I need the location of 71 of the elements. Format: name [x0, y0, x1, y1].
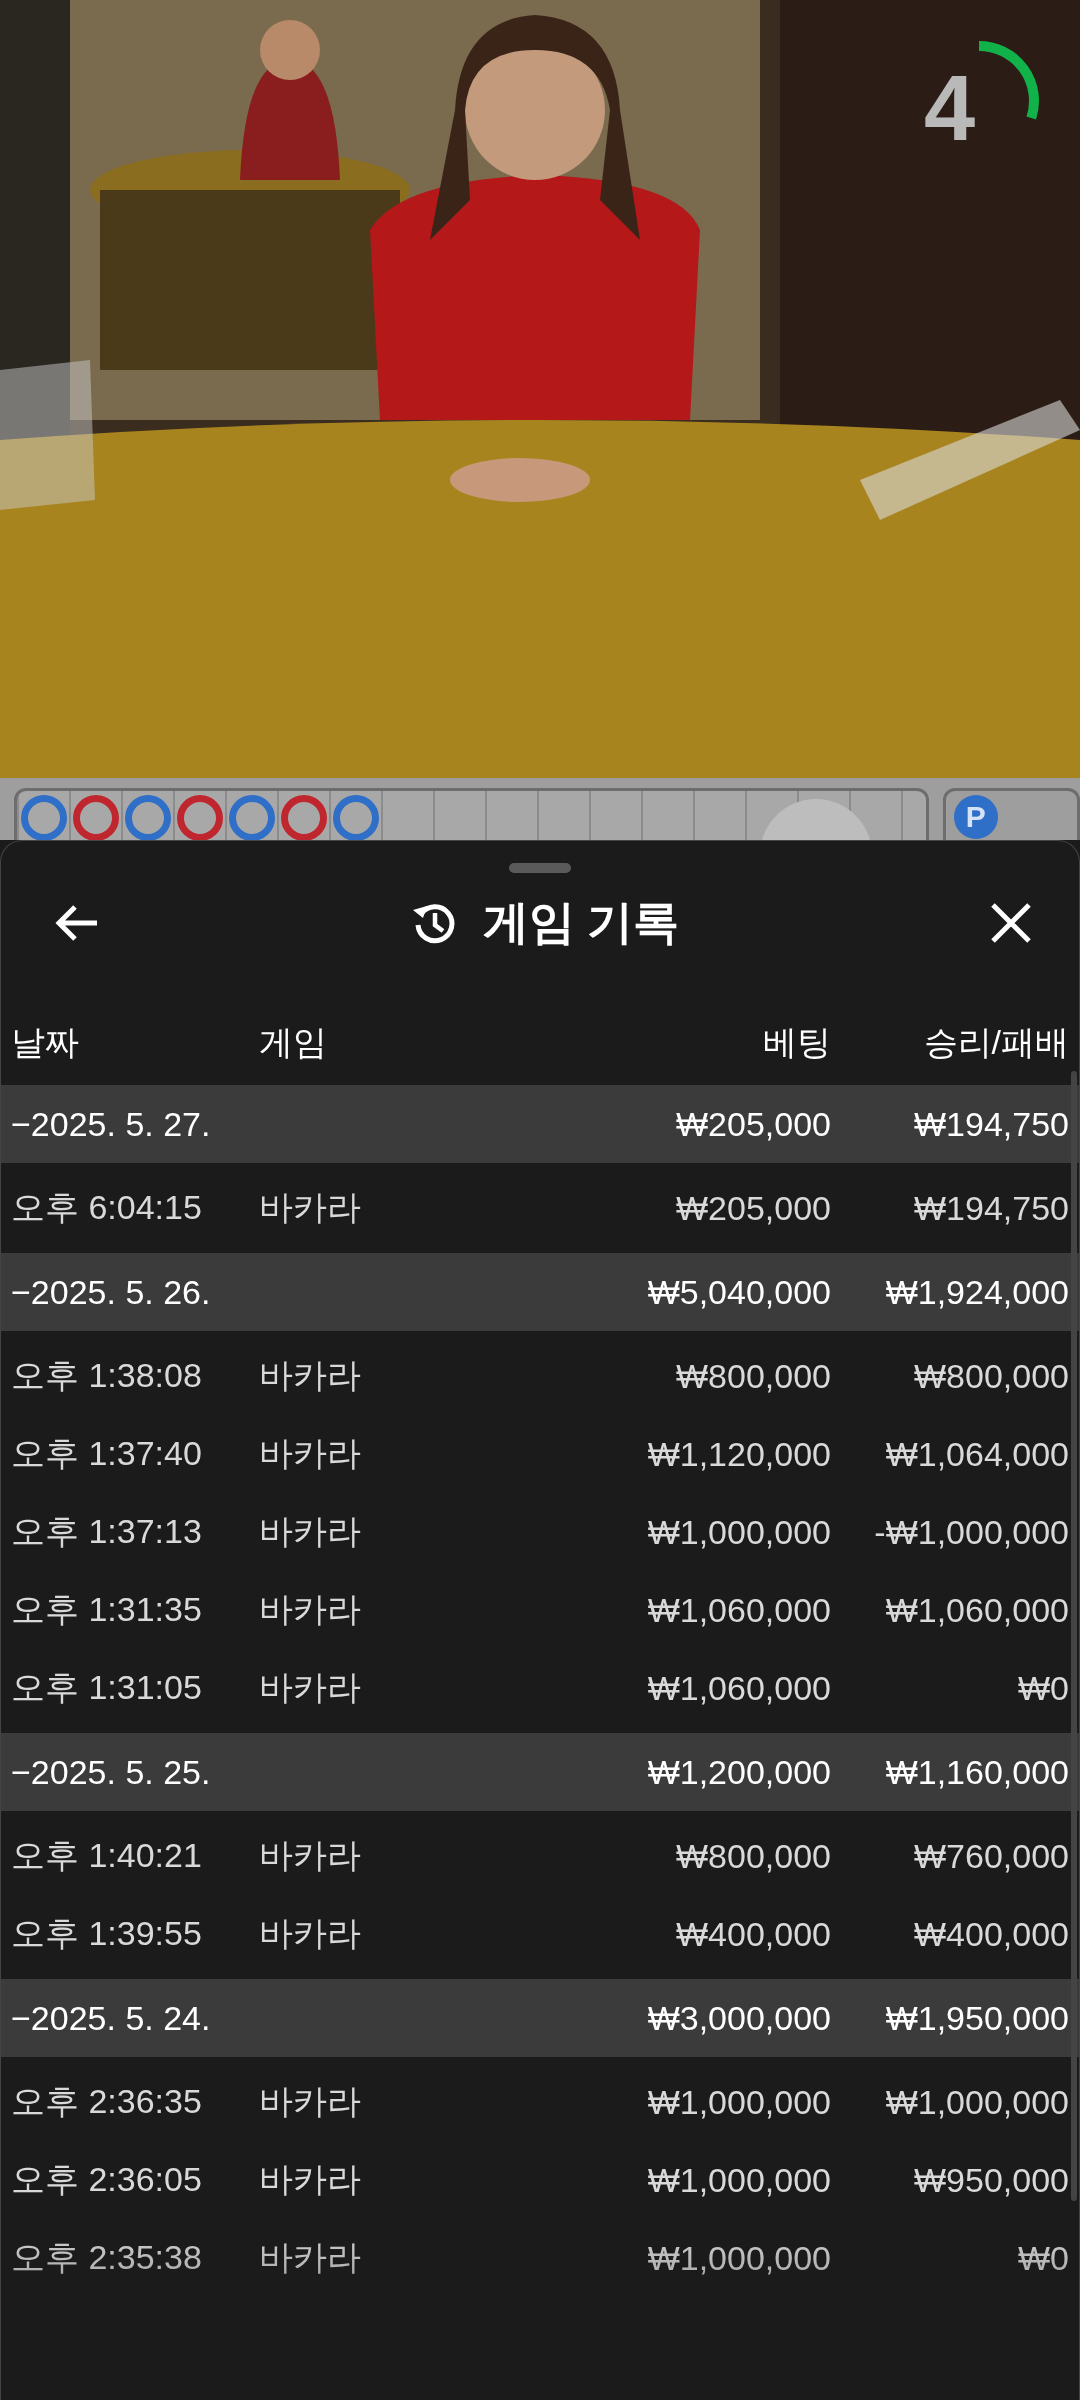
- result-cell-text: ₩0: [1017, 2238, 1069, 2278]
- time-cell-text: 오후 2:35:38: [11, 2237, 203, 2278]
- bet-cell-text: ₩1,120,000: [646, 1434, 831, 1474]
- game-cell-text: 바카라: [259, 2237, 362, 2278]
- game-cell-text: 바카라: [259, 1913, 362, 1954]
- result-cell-text: ₩0: [1017, 1668, 1069, 1708]
- player-badge: P: [953, 795, 998, 839]
- time-cell-text: 오후 1:38:08: [11, 1355, 203, 1396]
- bet-cell-text: ₩800,000: [675, 1356, 831, 1396]
- time-cell-text: 오후 1:39:55: [11, 1913, 203, 1954]
- scrollbar[interactable]: [1071, 1071, 1077, 2201]
- game-cell-text: 바카라: [259, 2081, 362, 2122]
- date-cell-text: −2025. 5. 27.: [11, 1104, 212, 1144]
- result-cell-text: ₩400,000: [913, 1914, 1069, 1954]
- game-cell-text: 바카라: [259, 1835, 362, 1876]
- time-cell-text: 오후 2:36:05: [11, 2159, 203, 2200]
- bet-cell-text: ₩800,000: [675, 1836, 831, 1876]
- bet-cell-text: ₩400,000: [675, 1914, 831, 1954]
- time-cell-text: 오후 6:04:15: [11, 1187, 203, 1228]
- game-cell-text: 바카라: [259, 1433, 362, 1474]
- date-row[interactable]: −2025. 5. 26. ₩5,040,000 ₩1,924,000: [1, 1253, 1079, 1331]
- result-cell-text: ₩194,750: [913, 1188, 1069, 1228]
- bet-total: ₩5,040,000: [646, 1272, 831, 1312]
- bet-total: ₩205,000: [675, 1104, 831, 1144]
- bet-cell-text: ₩1,000,000: [646, 1512, 831, 1552]
- column-header: 승리/패배: [922, 1022, 1069, 1063]
- countdown-number: 4: [924, 62, 976, 154]
- result-cell-text: ₩800,000: [913, 1356, 1069, 1396]
- date-cell-text: −2025. 5. 24.: [11, 1998, 212, 2038]
- time-cell-text: 오후 1:31:35: [11, 1589, 203, 1630]
- time-cell-text: 오후 1:37:40: [11, 1433, 203, 1474]
- bet-total: ₩1,200,000: [646, 1752, 831, 1792]
- result-cell-text: ₩760,000: [913, 1836, 1069, 1876]
- bet-cell-text: ₩1,000,000: [646, 2160, 831, 2200]
- result-total: ₩1,950,000: [884, 1998, 1069, 2038]
- date-cell-text: −2025. 5. 26.: [11, 1272, 212, 1312]
- result-cell-text: ₩1,060,000: [884, 1590, 1069, 1630]
- game-cell-text: 바카라: [259, 1667, 362, 1708]
- bet-cell-text: ₩1,060,000: [646, 1668, 831, 1708]
- game-cell-text: 바카라: [259, 1187, 362, 1228]
- result-cell-text: ₩1,000,000: [884, 2082, 1069, 2122]
- date-row[interactable]: −2025. 5. 25. ₩1,200,000 ₩1,160,000: [1, 1733, 1079, 1811]
- countdown-arc-icon: [978, 41, 1039, 120]
- bet-cell-text: ₩205,000: [675, 1188, 831, 1228]
- date-row[interactable]: −2025. 5. 27. ₩205,000 ₩194,750: [1, 1085, 1079, 1163]
- drag-handle[interactable]: [509, 863, 571, 873]
- game-cell-text: 바카라: [259, 1589, 362, 1630]
- result-total: ₩1,160,000: [884, 1752, 1069, 1792]
- column-header: 베팅: [762, 1022, 831, 1063]
- column-header: 날짜: [11, 1022, 80, 1063]
- result-total: ₩194,750: [913, 1104, 1069, 1144]
- time-cell-text: 오후 1:40:21: [11, 1835, 203, 1876]
- game-cell-text: 바카라: [259, 1511, 362, 1552]
- game-cell-text: 바카라: [259, 1355, 362, 1396]
- result-total: ₩1,924,000: [884, 1272, 1069, 1312]
- column-header: 게임: [259, 1022, 328, 1063]
- bet-cell-text: ₩1,000,000: [646, 2082, 831, 2122]
- game-cell-text: 바카라: [259, 2159, 362, 2200]
- date-cell-text: −2025. 5. 25.: [11, 1752, 212, 1792]
- date-row[interactable]: −2025. 5. 24. ₩3,000,000 ₩1,950,000: [1, 1979, 1079, 2057]
- result-cell-text: ₩950,000: [913, 2160, 1069, 2200]
- bet-cell-text: ₩1,060,000: [646, 1590, 831, 1630]
- time-cell-text: 오후 1:37:13: [11, 1511, 203, 1552]
- result-cell-text: -₩1,000,000: [873, 1512, 1069, 1552]
- bet-total: ₩3,000,000: [646, 1998, 831, 2038]
- time-cell-text: 오후 1:31:05: [11, 1667, 203, 1708]
- sheet-title: 게임 기록: [482, 895, 680, 950]
- time-cell-text: 오후 2:36:35: [11, 2081, 203, 2122]
- result-cell-text: ₩1,064,000: [884, 1434, 1069, 1474]
- bet-cell-text: ₩1,000,000: [646, 2238, 831, 2278]
- close-icon: [989, 901, 1033, 945]
